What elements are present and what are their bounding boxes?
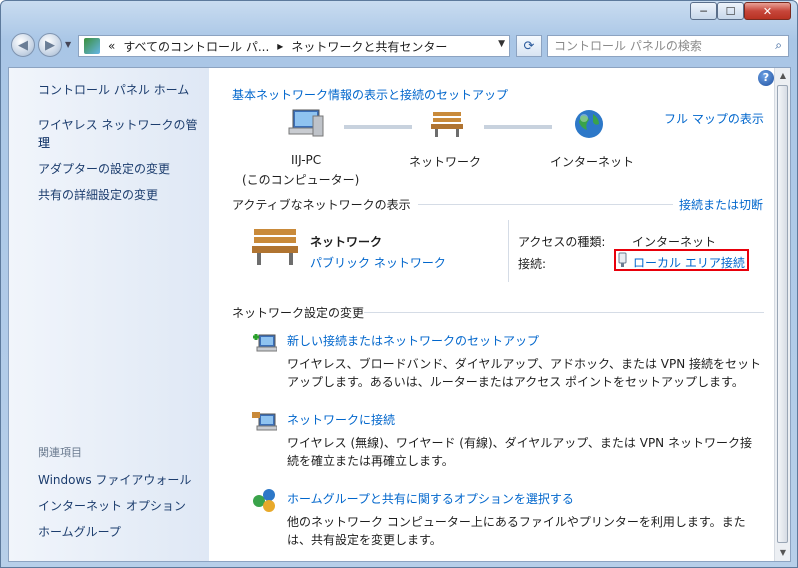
- scroll-thumb[interactable]: [777, 85, 788, 543]
- sidebar-item-firewall[interactable]: Windows ファイアウォール: [38, 471, 191, 489]
- client-area: コントロール パネル ホーム ワイヤレス ネットワークの管理 理 アダプターの設…: [8, 67, 791, 562]
- back-arrow-icon: ◀: [18, 37, 28, 53]
- sidebar-item-control-panel-home[interactable]: コントロール パネル ホーム: [38, 81, 189, 99]
- network-map-label: ネットワーク: [409, 155, 482, 169]
- forward-arrow-icon: ▶: [45, 37, 55, 53]
- map-connector: [484, 125, 552, 129]
- close-button[interactable]: ✕: [744, 2, 791, 20]
- connect-disconnect-link[interactable]: 接続または切断: [679, 196, 763, 213]
- bench-network-icon: [252, 229, 298, 265]
- section-divider: [364, 312, 764, 313]
- sidebar-item-adapter-settings[interactable]: アダプターの設定の変更: [38, 160, 170, 178]
- active-networks-heading: アクティブなネットワークの表示: [232, 198, 411, 212]
- breadcrumb-separator-icon[interactable]: ▸: [277, 39, 283, 53]
- title-bar: ─ ☐ ✕: [1, 1, 797, 27]
- sidebar-item-homegroup[interactable]: ホームグループ: [38, 523, 121, 541]
- network-name: ネットワーク: [310, 235, 383, 249]
- connection-label: 接続:: [518, 257, 547, 271]
- address-overflow[interactable]: «: [108, 39, 115, 53]
- refresh-button[interactable]: ⟳: [516, 35, 542, 57]
- computer-icon: [288, 109, 324, 137]
- window: ─ ☐ ✕ ◀ ▶ ▼ « すべてのコントロール パ... ▸ ネットワークと共…: [0, 0, 798, 568]
- vertical-divider: [508, 220, 509, 282]
- page-title-link[interactable]: 基本ネットワーク情報の表示と接続のセットアップ: [232, 86, 508, 103]
- internet-map-label: インターネット: [550, 155, 635, 169]
- task-homegroup-desc-2: は、共有設定を変更します。: [287, 533, 442, 547]
- sidebar-item-advanced-sharing[interactable]: 共有の詳細設定の変更: [38, 186, 158, 204]
- section-divider: [418, 204, 673, 205]
- internet-globe-icon: [575, 110, 603, 138]
- ethernet-plug-icon: [618, 252, 627, 267]
- scroll-down-icon[interactable]: ▼: [775, 545, 790, 561]
- minimize-icon: ─: [700, 4, 707, 18]
- help-icon[interactable]: ?: [758, 70, 774, 86]
- task-new-connection-link[interactable]: 新しい接続またはネットワークのセットアップ: [287, 332, 539, 349]
- address-dropdown-icon[interactable]: ▼: [498, 39, 505, 49]
- homegroup-icon: [253, 489, 275, 512]
- change-settings-heading: ネットワーク設定の変更: [232, 306, 365, 320]
- breadcrumb-control-panel[interactable]: すべてのコントロール パ...: [123, 38, 269, 55]
- maximize-icon: ☐: [725, 4, 736, 18]
- address-bar[interactable]: « すべてのコントロール パ... ▸ ネットワークと共有センター ▼: [78, 35, 510, 57]
- access-type-label: アクセスの種類:: [518, 235, 606, 249]
- sidebar-item-manage-wireless-cont[interactable]: 理: [38, 134, 50, 152]
- network-bench-icon: [431, 112, 463, 137]
- local-area-connection-link[interactable]: ローカル エリア接続: [633, 254, 745, 271]
- refresh-icon: ⟳: [523, 38, 535, 54]
- sidebar-item-manage-wireless[interactable]: ワイヤレス ネットワークの管理: [38, 116, 209, 152]
- task-homegroup-link[interactable]: ホームグループと共有に関するオプションを選択する: [287, 490, 574, 507]
- connect-network-icon: [252, 412, 277, 431]
- vertical-scrollbar[interactable]: ▲ ▼: [774, 68, 790, 561]
- full-map-link[interactable]: フル マップの表示: [664, 110, 764, 127]
- network-type-link[interactable]: パブリック ネットワーク: [310, 254, 446, 271]
- control-panel-icon: [84, 38, 100, 54]
- main-content: ? 基本ネットワーク情報の表示と接続のセットアップ フル マップの表示 IIJ-…: [209, 68, 774, 561]
- access-type-value: インターネット: [632, 235, 717, 249]
- task-connect-network-desc: ワイヤレス (無線)、ワイヤード (有線)、ダイヤルアップ、または VPN ネッ…: [287, 436, 752, 450]
- scroll-up-icon[interactable]: ▲: [775, 68, 790, 84]
- map-connector: [344, 125, 412, 129]
- navigation-bar: ◀ ▶ ▼ « すべてのコントロール パ... ▸ ネットワークと共有センター …: [1, 31, 797, 63]
- history-dropdown-icon[interactable]: ▼: [65, 40, 71, 49]
- new-connection-icon: [253, 334, 277, 352]
- task-new-connection-desc-2: アップします。あるいは、ルーターまたはアクセス ポイントをセットアップします。: [287, 375, 744, 389]
- search-icon[interactable]: ⌕: [775, 38, 782, 53]
- task-new-connection-desc: ワイヤレス、ブロードバンド、ダイヤルアップ、アドホック、または VPN 接続をセ…: [287, 357, 762, 371]
- sidebar-item-internet-options[interactable]: インターネット オプション: [38, 497, 186, 515]
- computer-name: IIJ-PC: [291, 153, 322, 167]
- back-button[interactable]: ◀: [11, 33, 35, 57]
- task-homegroup-desc: 他のネットワーク コンピューター上にあるファイルやプリンターを利用します。また: [287, 515, 746, 529]
- search-box[interactable]: ⌕: [547, 35, 789, 57]
- minimize-button[interactable]: ─: [690, 2, 717, 20]
- close-icon: ✕: [762, 4, 773, 18]
- computer-sub-label: (このコンピューター): [242, 173, 360, 187]
- task-connect-network-link[interactable]: ネットワークに接続: [287, 411, 395, 428]
- maximize-button[interactable]: ☐: [717, 2, 744, 20]
- sidebar: コントロール パネル ホーム ワイヤレス ネットワークの管理 理 アダプターの設…: [9, 68, 209, 561]
- breadcrumb-network-center[interactable]: ネットワークと共有センター: [291, 38, 447, 55]
- task-connect-network-desc-2: 続を確立または再確立します。: [287, 454, 454, 468]
- related-heading: 関連項目: [38, 446, 82, 459]
- forward-button[interactable]: ▶: [38, 33, 62, 57]
- search-input[interactable]: [554, 37, 764, 55]
